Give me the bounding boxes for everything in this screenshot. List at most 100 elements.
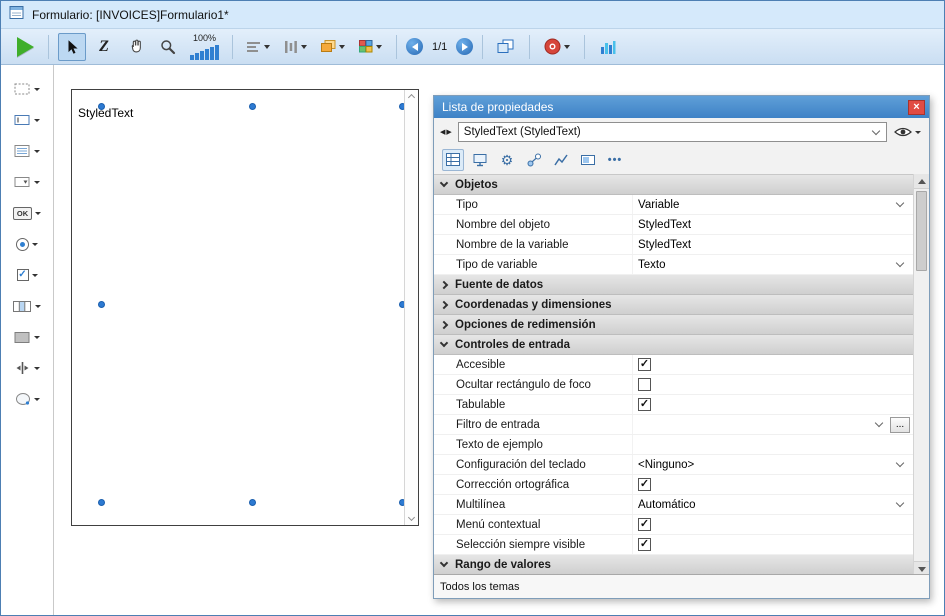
property-value[interactable]: StyledText (638, 239, 691, 251)
zoom-level-control[interactable]: 100% (190, 33, 219, 60)
property-value-cell[interactable]: ✓ (632, 515, 913, 534)
object-selector-dropdown[interactable]: StyledText (StyledText) (458, 122, 887, 142)
seleccion-siempre-visible-checkbox[interactable]: ✓ (638, 538, 651, 551)
tool-button-grid[interactable] (1, 294, 53, 318)
property-value-cell[interactable]: Variable (632, 195, 913, 214)
property-value-cell[interactable]: Automático (632, 495, 913, 514)
tab-screen[interactable] (469, 149, 491, 171)
tool-dropdown-caret-icon[interactable] (34, 336, 40, 339)
tool-list-box[interactable] (1, 139, 53, 163)
tool-dropdown-caret-icon[interactable] (34, 119, 40, 122)
selection-tool-button[interactable] (58, 33, 86, 61)
tool-dropdown-caret-icon[interactable] (34, 181, 40, 184)
section-header-objetos[interactable]: Objetos (434, 175, 913, 195)
next-page-button[interactable] (456, 38, 473, 55)
tool-oval[interactable] (1, 387, 53, 411)
zoom-bars-icon[interactable] (190, 44, 219, 60)
menu-contextual-checkbox[interactable]: ✓ (638, 518, 651, 531)
property-value[interactable]: Texto (638, 259, 666, 271)
selector-prev-next-icons[interactable]: ◀▶ (440, 128, 453, 136)
tool-dropdown-caret-icon[interactable] (35, 305, 41, 308)
dropdown-chevron-icon[interactable] (896, 459, 904, 467)
scroll-down-icon[interactable] (408, 514, 415, 521)
tabulable-checkbox[interactable]: ✓ (638, 398, 651, 411)
tool-dropdown-caret-icon[interactable] (34, 398, 40, 401)
property-scrollbar[interactable] (913, 174, 929, 576)
tool-combo-box[interactable] (1, 170, 53, 194)
selection-handle[interactable] (98, 103, 105, 110)
property-value-cell[interactable]: ✓ (632, 395, 913, 414)
run-form-button[interactable] (11, 33, 39, 61)
scrollbar-up-button[interactable] (914, 174, 929, 189)
section-header-controles-de-entrada[interactable]: Controles de entrada (434, 335, 913, 355)
tab-settings[interactable]: ⚙ (496, 149, 518, 171)
selection-handle[interactable] (249, 103, 256, 110)
property-value[interactable]: Automático (638, 499, 696, 511)
themes-footer-label[interactable]: Todos los temas (440, 581, 519, 593)
scroll-up-icon[interactable] (408, 94, 415, 101)
stop-actions-dropdown-button[interactable] (539, 35, 575, 58)
visibility-dropdown-button[interactable] (892, 126, 923, 138)
tool-checkbox[interactable]: ✓ (1, 263, 53, 287)
correccion-ortografica-checkbox[interactable]: ✓ (638, 478, 651, 491)
tool-static-text[interactable] (1, 77, 53, 101)
tool-splitter[interactable] (1, 356, 53, 380)
section-header-fuente-de-datos[interactable]: Fuente de datos (434, 275, 913, 295)
tool-radio-button[interactable] (1, 232, 53, 256)
tab-events[interactable] (523, 149, 545, 171)
property-value-cell[interactable]: StyledText (632, 235, 913, 254)
dropdown-chevron-icon[interactable] (896, 259, 904, 267)
tool-button[interactable]: OK (1, 201, 53, 225)
selection-rectangle[interactable] (101, 106, 402, 502)
section-header-opciones-de-redimension[interactable]: Opciones de redimensión (434, 315, 913, 335)
tab-property-list[interactable] (442, 149, 464, 171)
property-value-cell[interactable]: ✓ (632, 475, 913, 494)
property-value[interactable]: <Ninguno> (638, 459, 694, 471)
entry-order-tool-button[interactable]: Z (90, 33, 118, 61)
section-header-coordenadas-y-dimensiones[interactable]: Coordenadas y dimensiones (434, 295, 913, 315)
section-header-rango-de-valores[interactable]: Rango de valores (434, 555, 913, 575)
pages-button[interactable] (492, 33, 520, 61)
tab-display[interactable] (577, 149, 599, 171)
accesible-checkbox[interactable]: ✓ (638, 358, 651, 371)
dropdown-chevron-icon[interactable] (896, 199, 904, 207)
property-value[interactable]: StyledText (638, 219, 691, 231)
property-value[interactable]: Variable (638, 199, 679, 211)
close-panel-button[interactable]: × (908, 100, 925, 115)
property-value-cell[interactable] (632, 435, 913, 454)
distribution-dropdown-button[interactable] (279, 38, 312, 56)
selection-handle[interactable] (249, 499, 256, 506)
dropdown-chevron-icon[interactable] (896, 499, 904, 507)
previous-page-button[interactable] (406, 38, 423, 55)
move-tool-button[interactable] (122, 33, 150, 61)
property-value-cell[interactable]: Texto (632, 255, 913, 274)
selection-handle[interactable] (98, 499, 105, 506)
ocultar-rectangulo-de-foco-checkbox[interactable] (638, 378, 651, 391)
zoom-tool-button[interactable] (154, 33, 182, 61)
tab-chart[interactable] (550, 149, 572, 171)
color-grid-dropdown-button[interactable] (354, 37, 387, 56)
tool-dropdown-caret-icon[interactable] (32, 274, 38, 277)
property-value-cell[interactable]: StyledText (632, 215, 913, 234)
tool-dropdown-caret-icon[interactable] (34, 150, 40, 153)
property-value-cell[interactable]: <Ninguno> (632, 455, 913, 474)
dropdown-chevron-icon[interactable] (875, 419, 883, 427)
property-value-cell[interactable]: ✓ (632, 535, 913, 554)
tab-more[interactable]: ••• (604, 149, 626, 171)
tool-dropdown-caret-icon[interactable] (34, 88, 40, 91)
form-page[interactable]: StyledText (71, 89, 419, 526)
fields-chart-button[interactable] (594, 33, 622, 61)
form-object-scrollbar[interactable] (404, 90, 418, 525)
property-value-cell[interactable]: ✓ (632, 355, 913, 374)
selection-handle[interactable] (98, 301, 105, 308)
ellipsis-button[interactable]: ... (890, 417, 910, 433)
scrollbar-thumb[interactable] (916, 191, 927, 271)
tool-dropdown-caret-icon[interactable] (35, 212, 41, 215)
tool-rectangle[interactable] (1, 325, 53, 349)
tool-dropdown-caret-icon[interactable] (34, 367, 40, 370)
tool-input-field[interactable] (1, 108, 53, 132)
duplicate-dropdown-button[interactable] (316, 37, 350, 56)
alignment-dropdown-button[interactable] (242, 38, 275, 56)
tool-dropdown-caret-icon[interactable] (32, 243, 38, 246)
property-value-cell[interactable]: ... (632, 415, 913, 434)
